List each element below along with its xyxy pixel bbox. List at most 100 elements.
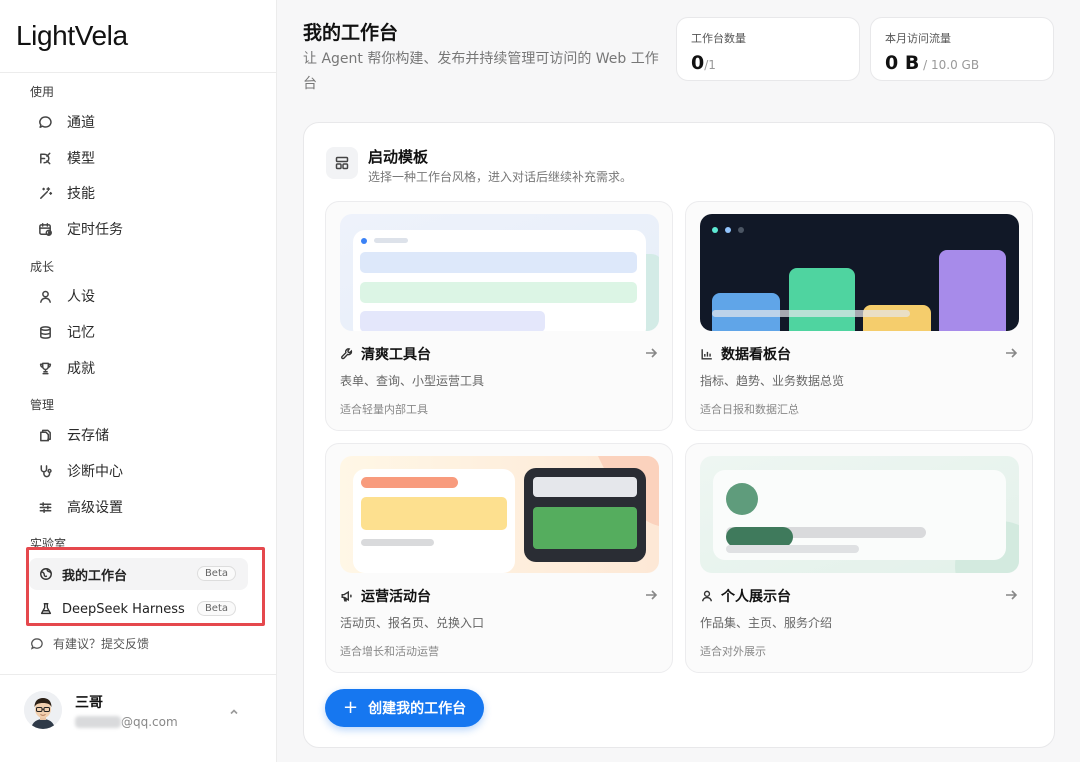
trophy-icon [36,359,54,377]
sidebar-item-achievements[interactable]: 成就 [36,353,95,383]
template-note: 适合日报和数据汇总 [700,403,799,416]
section-label-lab: 实验室 [30,537,67,551]
template-preview-personal [700,456,1019,573]
beta-badge: Beta [196,601,236,616]
sidebar-item-models[interactable]: 模型 [36,143,95,173]
megaphone-icon [341,590,352,602]
stat-label: 本月访问流量 [885,32,951,45]
database-icon [36,323,54,341]
chat-bubble-icon [30,637,43,650]
sidebar-item-label: 模型 [67,151,95,167]
sidebar-item-label: 成就 [67,361,95,377]
templates-subtitle: 选择一种工作台风格，进入对话后继续补充需求。 [368,170,633,184]
template-preview-dashboard [700,214,1019,331]
app-logo[interactable]: LightVela [16,20,128,52]
chat-bubble-icon [36,113,54,131]
sidebar-item-scheduled-tasks[interactable]: 定时任务 [36,214,123,244]
avatar [24,691,62,729]
layout-icon [326,147,358,179]
template-card-dashboard[interactable]: 数据看板台 指标、趋势、业务数据总览 适合日报和数据汇总 [685,201,1033,431]
templates-title: 启动模板 [368,148,429,166]
sidebar-item-persona[interactable]: 人设 [36,281,95,311]
bar-chart-icon [701,349,712,360]
sidebar-item-label: 技能 [67,186,95,202]
magic-wand-icon [36,184,54,202]
arrow-right-icon [1004,587,1018,606]
template-card-tool[interactable]: 清爽工具台 表单、查询、小型运营工具 适合轻量内部工具 [325,201,673,431]
create-button-label: 创建我的工作台 [368,701,467,717]
chevron-up-icon[interactable] [228,703,240,715]
template-note: 适合对外展示 [700,645,766,658]
template-title: 个人展示台 [700,586,791,606]
person-icon [701,590,713,602]
stat-label: 工作台数量 [691,32,746,45]
template-preview-campaign [340,456,659,573]
sidebar-item-advanced-settings[interactable]: 高级设置 [36,492,123,522]
sidebar-item-diagnostics[interactable]: 诊断中心 [36,456,123,486]
arrow-right-icon [644,587,658,606]
sidebar-item-label: 定时任务 [67,222,123,238]
arrow-right-icon [644,345,658,364]
template-description: 表单、查询、小型运营工具 [340,374,485,388]
template-title: 数据看板台 [700,344,791,364]
sidebar-item-my-workbench[interactable]: 我的工作台 Beta [29,558,248,590]
page-description: 让 Agent 帮你构建、发布并持续管理可访问的 Web 工作台 [303,51,659,92]
template-description: 指标、趋势、业务数据总览 [700,374,845,388]
sidebar-item-label: 通道 [67,115,95,131]
divider [0,674,277,675]
user-email: @qq.com [121,714,178,729]
calendar-clock-icon [36,220,54,238]
template-note: 适合轻量内部工具 [340,403,428,416]
arrow-right-icon [1004,345,1018,364]
user-menu[interactable]: 三哥 @qq.com [24,689,254,731]
email-redacted [75,715,121,728]
plus-icon: + [343,696,359,718]
main-content: 我的工作台 让 Agent 帮你构建、发布并持续管理可访问的 Web 工作台 工… [277,0,1080,762]
flask-icon [38,601,54,617]
sidebar-item-label: 记忆 [67,325,95,341]
sidebar-item-cloud-storage[interactable]: 云存储 [36,420,109,450]
sidebar-item-deepseek-harness[interactable]: DeepSeek Harness Beta [29,593,248,625]
section-label-use: 使用 [30,85,55,99]
sidebar-item-label: 诊断中心 [67,464,123,480]
user-name: 三哥 [75,694,103,711]
stat-value: 0 [691,52,705,74]
template-description: 作品集、主页、服务介绍 [700,616,833,630]
sidebar-item-channels[interactable]: 通道 [36,107,95,137]
divider [0,72,277,73]
person-icon [36,287,54,305]
wrench-icon [341,348,353,360]
beta-badge: Beta [196,566,236,581]
stat-value: 0 B [885,52,920,74]
sidebar-item-label: 云存储 [67,428,109,444]
template-description: 活动页、报名页、兑换入口 [340,616,485,630]
page-title: 我的工作台 [303,22,399,44]
sidebar-item-label: DeepSeek Harness [62,601,185,617]
stethoscope-icon [36,462,54,480]
feedback-link[interactable]: 有建议？提交反馈 [30,635,149,652]
create-workbench-button[interactable]: + 创建我的工作台 [325,689,485,727]
template-card-personal[interactable]: 个人展示台 作品集、主页、服务介绍 适合对外展示 [685,443,1033,673]
sliders-icon [36,498,54,516]
stat-suffix: / 10.0 GB [919,58,980,72]
files-icon [36,426,54,444]
sidebar-item-label: 人设 [67,289,95,305]
sidebar-item-label: 高级设置 [67,500,123,516]
template-title: 清爽工具台 [340,344,431,364]
globe-icon [38,566,54,582]
templates-panel: 启动模板 选择一种工作台风格，进入对话后继续补充需求。 清爽工具台 表单、查询、… [303,122,1055,748]
feedback-label: 有建议？提交反馈 [53,637,150,651]
template-note: 适合增长和活动运营 [340,645,439,658]
template-card-campaign[interactable]: 运营活动台 活动页、报名页、兑换入口 适合增长和活动运营 [325,443,673,673]
template-title: 运营活动台 [340,586,431,606]
section-label-grow: 成长 [30,260,55,274]
sidebar-item-skills[interactable]: 技能 [36,178,95,208]
stat-suffix: /1 [704,58,716,72]
stat-monthly-traffic: 本月访问流量 0 B / 10.0 GB [870,17,1054,81]
sidebar-item-label: 我的工作台 [62,568,128,584]
template-preview-tool [340,214,659,331]
sidebar-item-memory[interactable]: 记忆 [36,317,95,347]
section-label-manage: 管理 [30,398,55,412]
model-icon [36,149,54,167]
sidebar: LightVela 使用 通道 模型 技能 定时任务 成长 人设 记忆 成就 管… [0,0,277,762]
